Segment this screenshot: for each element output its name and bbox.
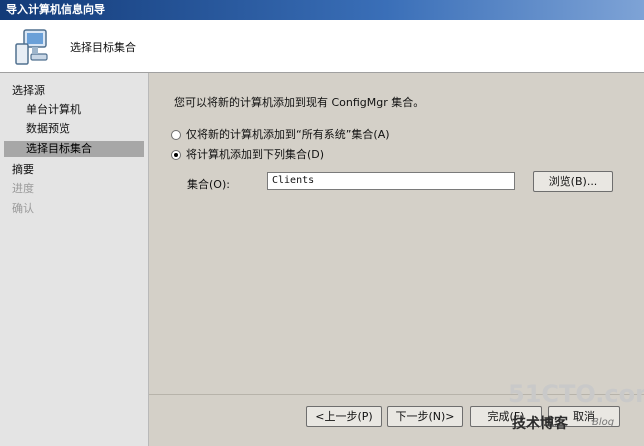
intro-text: 您可以将新的计算机添加到现有 ConfigMgr 集合。 xyxy=(174,96,425,109)
radio-collection-option[interactable]: 将计算机添加到下列集合(D) xyxy=(171,147,324,163)
radio-collection[interactable] xyxy=(171,150,181,160)
page-title: 选择目标集合 xyxy=(70,41,136,54)
wizard-step-sidebar: 选择源 单台计算机 数据预览 选择目标集合 摘要 进度 确认 xyxy=(0,73,149,446)
next-button[interactable]: 下一步(N)> xyxy=(387,406,463,427)
window-title: 导入计算机信息向导 xyxy=(6,3,105,16)
site-watermark: 51CTO.com 技术博客 Blog xyxy=(508,380,644,440)
collection-field-label: 集合(O): xyxy=(187,178,230,191)
nav-step-select-source[interactable]: 选择源 xyxy=(12,83,45,99)
nav-step-data-preview[interactable]: 数据预览 xyxy=(26,121,70,137)
nav-step-confirmation: 确认 xyxy=(12,202,34,215)
nav-step-single-computer[interactable]: 单台计算机 xyxy=(26,102,81,118)
radio-all-systems-option[interactable]: 仅将新的计算机添加到“所有系统”集合(A) xyxy=(171,127,390,143)
window-title-bar: 导入计算机信息向导 xyxy=(0,0,644,20)
watermark-blog: Blog xyxy=(592,417,615,428)
nav-step-select-target-collection[interactable]: 选择目标集合 xyxy=(4,141,144,157)
radio-all-systems-label: 仅将新的计算机添加到“所有系统”集合(A) xyxy=(186,128,390,141)
back-button[interactable]: <上一步(P) xyxy=(306,406,382,427)
watermark-cn: 技术博客 xyxy=(512,416,568,432)
nav-step-summary[interactable]: 摘要 xyxy=(12,162,34,178)
nav-step-progress: 进度 xyxy=(12,182,34,195)
radio-all-systems[interactable] xyxy=(171,130,181,140)
radio-collection-label: 将计算机添加到下列集合(D) xyxy=(186,148,325,161)
collection-field[interactable]: Clients xyxy=(267,172,515,190)
watermark-site: 51CTO.com xyxy=(508,380,644,408)
wizard-header: 选择目标集合 xyxy=(0,20,644,73)
computer-wizard-icon xyxy=(15,29,48,65)
browse-button[interactable]: 浏览(B)... xyxy=(533,171,613,192)
